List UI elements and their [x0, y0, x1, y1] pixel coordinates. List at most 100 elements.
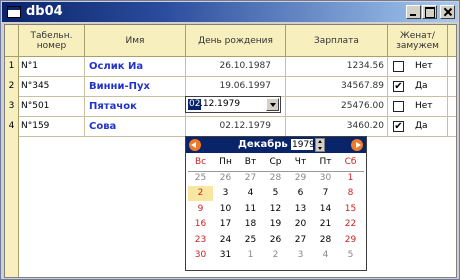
calendar-day[interactable]: 28 [313, 233, 338, 248]
calendar-day[interactable]: 2 [188, 186, 213, 201]
calendar-day[interactable]: 3 [288, 248, 313, 263]
maximize-button[interactable] [422, 5, 437, 19]
married-label: Да [415, 81, 428, 91]
calendar-day[interactable]: 26 [263, 233, 288, 248]
row-index: 4 [5, 117, 19, 137]
weekday-label: Вс [194, 157, 207, 167]
grid-header: Табельн. номер Имя День рождения Зарплат… [5, 25, 456, 57]
calendar-day[interactable]: 25 [188, 171, 213, 186]
calendar-day[interactable]: 15 [338, 202, 363, 217]
minimize-button[interactable] [406, 5, 421, 19]
cell-birthday[interactable]: 02.12.1979 [186, 117, 286, 137]
calendar-day[interactable]: 27 [288, 233, 313, 248]
married-checkbox[interactable]: ✔ [393, 81, 404, 92]
close-button[interactable] [440, 5, 455, 19]
weekday-label: Ср [269, 157, 282, 167]
calendar-day[interactable]: 27 [238, 171, 263, 186]
calendar-day[interactable]: 19 [263, 217, 288, 232]
calendar-day[interactable]: 6 [288, 186, 313, 201]
calendar-day[interactable]: 1 [238, 248, 263, 263]
cell-name[interactable]: Сова [85, 117, 186, 137]
calendar-day[interactable]: 14 [313, 202, 338, 217]
calendar-day[interactable]: 23 [188, 233, 213, 248]
calendar-day[interactable]: 4 [238, 186, 263, 201]
title-bar[interactable]: db04 [2, 2, 458, 22]
table-row[interactable]: 1 N°1 Ослик Иа 26.10.1987 1234.56 Нет [5, 57, 456, 77]
calendar-day[interactable]: 5 [338, 248, 363, 263]
table-row[interactable]: 4 N°159 Сова 02.12.1979 3460.20 ✔ Да [5, 117, 456, 137]
row-index: 1 [5, 57, 19, 77]
calendar-day[interactable]: 13 [288, 202, 313, 217]
calendar-day[interactable]: 26 [213, 171, 238, 186]
date-dropdown-button[interactable] [266, 98, 279, 111]
cell-birthday[interactable]: 19.06.1997 [186, 77, 286, 97]
calendar-day[interactable]: 24 [213, 233, 238, 248]
calendar-day[interactable]: 12 [263, 202, 288, 217]
column-header-married[interactable]: Женат/ замужем [388, 25, 448, 57]
cell-married[interactable]: Нет [388, 97, 448, 117]
birthday-date-editor[interactable]: 02 .12.1979 [185, 96, 281, 113]
calendar-day[interactable]: 9 [188, 202, 213, 217]
table-row[interactable]: 2 N°345 Винни-Пух 19.06.1997 34567.89 ✔ Да [5, 77, 456, 97]
calendar-day[interactable]: 7 [313, 186, 338, 201]
calendar-day[interactable]: 18 [238, 217, 263, 232]
married-label: Нет [415, 101, 433, 111]
calendar-day[interactable]: 22 [338, 217, 363, 232]
column-header-birthday[interactable]: День рождения [186, 25, 286, 57]
calendar-day[interactable]: 3 [213, 186, 238, 201]
cell-married[interactable]: Нет [388, 57, 448, 77]
cell-num[interactable]: N°501 [19, 97, 85, 117]
calendar-day[interactable]: 16 [188, 217, 213, 232]
cell-salary[interactable]: 3460.20 [286, 117, 388, 137]
cell-name[interactable]: Винни-Пух [85, 77, 186, 97]
row-index: 2 [5, 77, 19, 97]
cell-name[interactable]: Пятачок [85, 97, 186, 117]
column-header-salary[interactable]: Зарплата [286, 25, 388, 57]
cell-name[interactable]: Ослик Иа [85, 57, 186, 77]
calendar-day[interactable]: 29 [288, 171, 313, 186]
cell-salary[interactable]: 1234.56 [286, 57, 388, 77]
calendar-day[interactable]: 21 [313, 217, 338, 232]
calendar-day[interactable]: 2 [263, 248, 288, 263]
cell-num[interactable]: N°1 [19, 57, 85, 77]
year-spin-icon[interactable] [315, 138, 325, 152]
prev-month-arrow-icon[interactable] [189, 139, 201, 151]
calendar-day[interactable]: 30 [313, 171, 338, 186]
calendar-day[interactable]: 17 [213, 217, 238, 232]
cell-num[interactable]: N°159 [19, 117, 85, 137]
calendar-year-input[interactable]: 1979 [290, 138, 315, 151]
weekday-label: Пт [319, 157, 332, 167]
cell-salary[interactable]: 34567.89 [286, 77, 388, 97]
cell-num[interactable]: N°345 [19, 77, 85, 97]
cell-salary[interactable]: 25476.00 [286, 97, 388, 117]
cell-birthday[interactable]: 26.10.1987 [186, 57, 286, 77]
married-checkbox[interactable] [393, 61, 404, 72]
date-rest[interactable]: .12.1979 [200, 99, 240, 110]
weekday-label: Сб [344, 157, 357, 167]
next-month-arrow-icon[interactable] [351, 139, 363, 151]
calendar-day[interactable]: 11 [238, 202, 263, 217]
column-header-name[interactable]: Имя [85, 25, 186, 57]
window-title: db04 [26, 4, 63, 19]
calendar-day[interactable]: 25 [238, 233, 263, 248]
calendar-day[interactable]: 31 [213, 248, 238, 263]
cell-married[interactable]: ✔ Да [388, 77, 448, 97]
weekday-label: Вт [244, 157, 257, 167]
calendar-day[interactable]: 20 [288, 217, 313, 232]
row-indicator-header [5, 25, 19, 57]
calendar-day[interactable]: 28 [263, 171, 288, 186]
row-indicator-column [5, 137, 19, 277]
column-header-num[interactable]: Табельн. номер [19, 25, 85, 57]
cell-married[interactable]: ✔ Да [388, 117, 448, 137]
calendar-day[interactable]: 5 [263, 186, 288, 201]
married-checkbox[interactable] [393, 101, 404, 112]
calendar-day[interactable]: 10 [213, 202, 238, 217]
calendar-day[interactable]: 29 [338, 233, 363, 248]
row-index: 3 [5, 97, 19, 117]
married-checkbox[interactable]: ✔ [393, 121, 404, 132]
app-window: db04 Табельн. номер Имя День рождения За… [0, 0, 460, 280]
calendar-day[interactable]: 8 [338, 186, 363, 201]
calendar-day[interactable]: 1 [338, 171, 363, 186]
calendar-day[interactable]: 30 [188, 248, 213, 263]
calendar-day[interactable]: 4 [313, 248, 338, 263]
